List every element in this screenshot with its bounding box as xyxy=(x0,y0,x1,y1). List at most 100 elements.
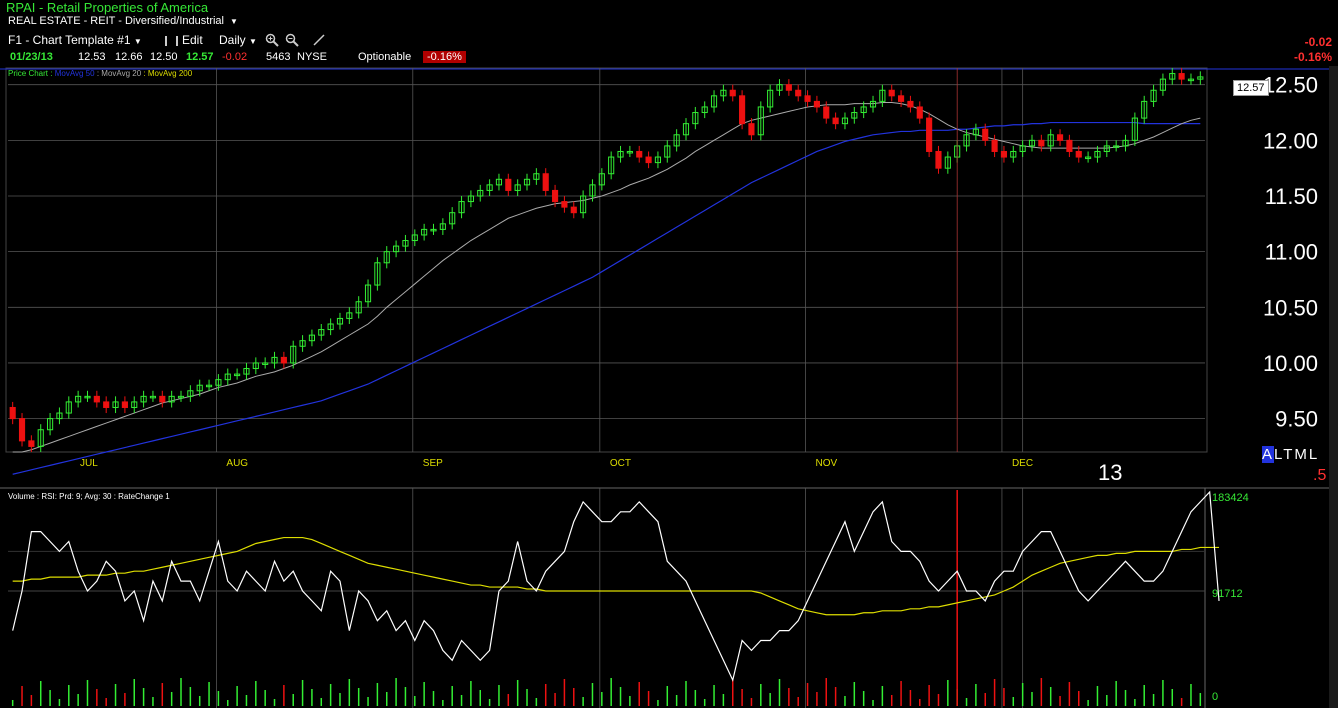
vertical-scrollbar[interactable] xyxy=(1329,66,1338,708)
zoom-in-icon[interactable] xyxy=(265,33,279,50)
month-label: OCT xyxy=(610,458,631,469)
candle-body xyxy=(982,128,989,141)
fraction-label: .5 xyxy=(1313,467,1327,484)
candle-body xyxy=(1178,73,1185,80)
candle-body xyxy=(636,150,643,158)
month-label: NOV xyxy=(816,458,838,469)
candle-body xyxy=(505,178,512,191)
scale-m-button[interactable]: M xyxy=(1294,446,1309,463)
candle-body xyxy=(645,156,652,164)
bar-chart-icon xyxy=(165,35,178,46)
candle-body xyxy=(804,95,811,102)
scale-l-button[interactable]: L xyxy=(1274,446,1283,463)
candle-body xyxy=(159,395,166,403)
price-legend-label: Price Chart : xyxy=(8,69,53,78)
candle-body xyxy=(739,95,746,125)
candle-body xyxy=(888,89,895,97)
candle-body xyxy=(785,84,792,91)
candle-body xyxy=(28,440,35,447)
rsi-line xyxy=(12,490,1220,682)
month-label: JUL xyxy=(80,458,98,469)
chevron-down-icon[interactable]: ▼ xyxy=(230,17,238,26)
candle-body xyxy=(748,123,755,136)
rsi-average-line xyxy=(12,536,1220,616)
candle-body xyxy=(823,106,830,119)
candle-body xyxy=(18,418,26,442)
candle-body xyxy=(926,117,933,152)
chevron-down-icon[interactable]: ▼ xyxy=(134,37,142,46)
candle-body xyxy=(813,100,820,108)
chart-area[interactable]: 12.50 12.00 11.50 11.00 10.50 10.00 9.50 JUL AU… xyxy=(0,66,1338,708)
price-tick-label: 12.00 xyxy=(1263,128,1318,153)
price-tick-label: 11.00 xyxy=(1265,240,1318,265)
month-label: SEP xyxy=(423,458,443,469)
edit-label: Edit xyxy=(182,33,203,47)
price-legend: Price Chart : MovAvg 50 : MovAvg 20 : Mo… xyxy=(8,69,193,78)
quote-bar: 01/23/13 12.53 12.66 12.50 12.57 -0.02 5… xyxy=(0,50,1338,65)
candle-body xyxy=(1038,139,1045,147)
edit-button[interactable]: Edit xyxy=(165,33,203,47)
candle-body xyxy=(551,189,559,203)
candle-body xyxy=(907,100,914,108)
candle-body xyxy=(898,95,905,102)
month-label: AUG xyxy=(226,458,248,469)
price-panel-frame xyxy=(5,67,1208,453)
scale-t-button[interactable]: T xyxy=(1283,446,1294,463)
quote-change: -0.02 xyxy=(222,51,248,63)
chart-toolbar: F1 - Chart Template #1 ▼ Edit Daily ▼ -0… xyxy=(0,32,1338,49)
price-tick-label: 10.50 xyxy=(1263,295,1318,320)
template-selector[interactable]: F1 - Chart Template #1 ▼ xyxy=(8,33,142,47)
candle-body xyxy=(570,206,577,214)
price-tick-label: 10.00 xyxy=(1263,351,1318,376)
candle-body xyxy=(1000,150,1008,158)
volume-scale-zero: 0 xyxy=(1212,691,1219,703)
last-price-label: 12.57 xyxy=(1233,80,1269,96)
candle-body xyxy=(991,139,998,152)
candle-body xyxy=(832,117,839,125)
candle-body xyxy=(542,173,549,191)
ma50-line xyxy=(12,121,1201,475)
quote-open: 12.53 xyxy=(78,51,106,63)
scale-buttons: ALTML xyxy=(1262,446,1319,463)
period-selector[interactable]: Daily ▼ xyxy=(219,33,257,47)
volume-scale-mid: 91712 xyxy=(1212,588,1243,600)
price-tick-label: 12.50 xyxy=(1263,73,1318,98)
year-label: 13 xyxy=(1098,460,1123,485)
quote-exchange: NYSE xyxy=(297,51,327,63)
candle-body xyxy=(935,150,942,169)
scale-l2-button[interactable]: L xyxy=(1309,446,1319,463)
draw-line-icon[interactable] xyxy=(312,33,326,50)
candle-body xyxy=(103,401,110,408)
quote-date: 01/23/13 xyxy=(10,51,53,63)
template-label: F1 - Chart Template #1 xyxy=(8,33,131,47)
candle-body xyxy=(280,356,287,364)
chevron-down-icon[interactable]: ▼ xyxy=(249,37,257,46)
quote-volume: 5463 xyxy=(266,51,291,63)
sector-label: REAL ESTATE - REIT - Diversified/Industr… xyxy=(8,15,224,27)
price-tick-label: 9.50 xyxy=(1275,407,1318,432)
candle-body xyxy=(916,106,923,119)
quote-low: 12.50 xyxy=(150,51,178,63)
candle-body xyxy=(561,201,568,208)
candle-body xyxy=(93,395,100,403)
price-axis: 12.50 12.00 11.50 11.00 10.50 10.00 9.50 xyxy=(1263,73,1318,432)
volume-legend: Volume : RSI: Prd: 9; Avg: 30 : RateChan… xyxy=(8,492,170,501)
candle-body xyxy=(1066,139,1073,152)
candle-body xyxy=(1056,134,1064,141)
price-tick-label: 11.50 xyxy=(1265,184,1318,209)
scale-a-button[interactable]: A xyxy=(1262,446,1275,463)
candle-body xyxy=(795,89,802,97)
header-change: -0.02 xyxy=(1304,35,1332,49)
candle-body xyxy=(9,406,16,420)
month-axis: JUL AUG SEP OCT NOV DEC xyxy=(80,458,1033,469)
sector-selector[interactable]: REAL ESTATE - REIT - Diversified/Industr… xyxy=(8,15,238,27)
pct-change-badge: -0.16% xyxy=(423,51,466,63)
volume-scale-max: 183424 xyxy=(1212,492,1249,504)
period-label: Daily xyxy=(219,33,246,47)
month-label: DEC xyxy=(1012,458,1033,469)
quote-last: 12.57 xyxy=(186,51,214,63)
symbol-title: RPAI - Retail Properties of America xyxy=(6,0,209,15)
candles xyxy=(9,68,1204,452)
header-pct-change: -0.16% xyxy=(1293,50,1332,64)
zoom-out-icon[interactable] xyxy=(285,33,299,50)
